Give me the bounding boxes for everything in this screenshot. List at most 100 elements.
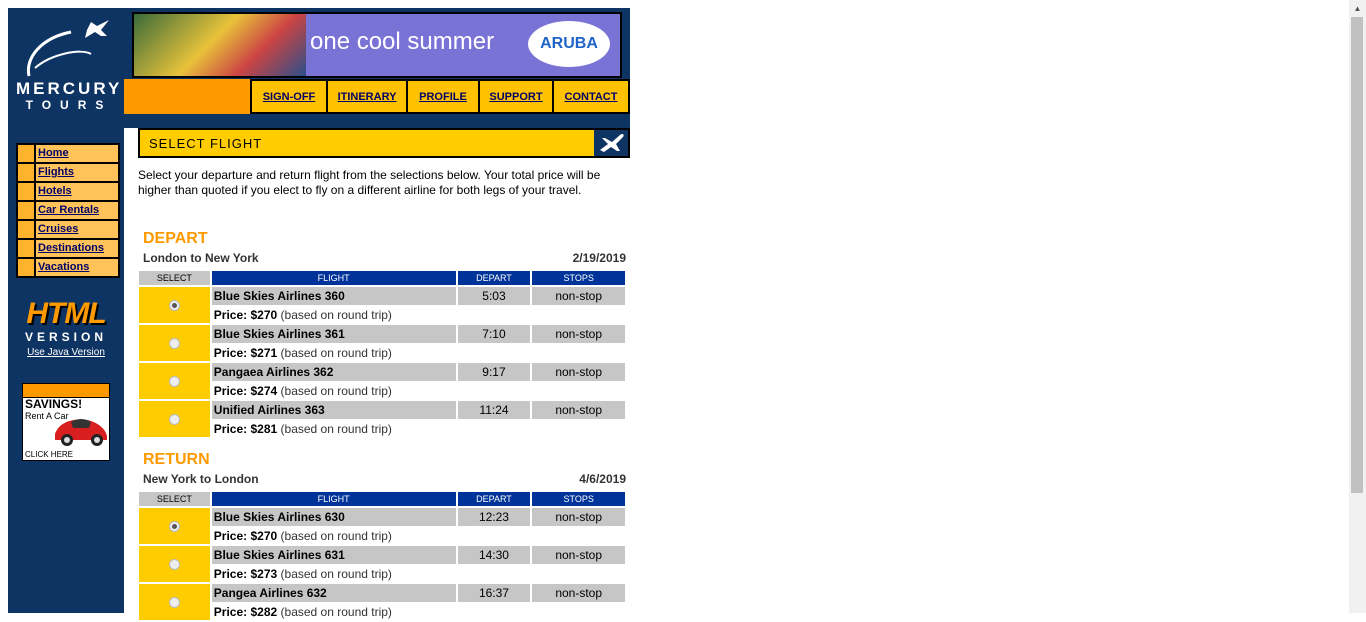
tab-contact[interactable]: CONTACT bbox=[554, 79, 630, 114]
price-row: Price: $281 (based on round trip) bbox=[139, 419, 625, 439]
radio-cell[interactable] bbox=[139, 363, 210, 401]
sidebar-link-hotels[interactable]: Hotels bbox=[36, 183, 118, 200]
use-java-version-link[interactable]: Use Java Version bbox=[18, 347, 114, 358]
radio-cell[interactable] bbox=[139, 546, 210, 584]
col-select: SELECT bbox=[139, 492, 210, 508]
radio-cell[interactable] bbox=[139, 401, 210, 439]
price-value: $270 bbox=[250, 308, 278, 322]
price-label: Price: bbox=[213, 308, 248, 322]
html-version-small: VERSION bbox=[24, 330, 107, 344]
mercury-tours-logo[interactable]: MERCURY TOURS bbox=[16, 18, 123, 128]
sidebar-item-car-rentals[interactable]: Car Rentals bbox=[18, 202, 118, 219]
price-row: Price: $273 (based on round trip) bbox=[139, 564, 625, 584]
price-cell: Price: $281 (based on round trip) bbox=[212, 419, 625, 439]
flight-radio[interactable] bbox=[168, 414, 180, 426]
price-value: $274 bbox=[250, 384, 278, 398]
ad-cta: CLICK HERE bbox=[25, 450, 74, 459]
flight-radio[interactable] bbox=[168, 338, 180, 350]
price-row: Price: $270 (based on round trip) bbox=[139, 305, 625, 325]
rent-a-car-ad[interactable]: SAVINGS! Rent A Car CLICK HERE bbox=[22, 383, 110, 461]
flight-name: Blue Skies Airlines 631 bbox=[211, 546, 456, 564]
nav-bullet bbox=[18, 240, 34, 257]
depart-time: 5:03 bbox=[457, 287, 531, 305]
scrollbar-thumb[interactable] bbox=[1351, 17, 1363, 493]
sidebar-link-vacations[interactable]: Vacations bbox=[36, 259, 118, 276]
tab-itinerary[interactable]: ITINERARY bbox=[328, 79, 408, 114]
aruba-logo: ARUBA bbox=[528, 21, 610, 67]
table-row: Blue Skies Airlines 631 14:30 non-stop bbox=[139, 546, 625, 584]
price-note: (based on round trip) bbox=[280, 422, 392, 436]
radio-cell[interactable] bbox=[139, 287, 210, 325]
sidebar-item-flights[interactable]: Flights bbox=[18, 164, 118, 181]
tab-sign-off[interactable]: SIGN-OFF bbox=[252, 79, 328, 114]
nav-bullet bbox=[18, 145, 34, 162]
nav-bullet bbox=[18, 164, 34, 181]
stops: non-stop bbox=[532, 584, 625, 602]
radio-cell[interactable] bbox=[139, 584, 210, 622]
price-value: $281 bbox=[250, 422, 278, 436]
nav-bullet bbox=[18, 259, 34, 276]
ad-top-bar bbox=[23, 384, 109, 398]
return-flights-table: SELECT FLIGHT DEPART STOPS Blue Skies Ai… bbox=[137, 492, 627, 622]
flight-radio[interactable] bbox=[168, 597, 180, 609]
stops: non-stop bbox=[532, 401, 625, 419]
top-nav-spacer bbox=[124, 79, 252, 114]
sidebar-item-cruises[interactable]: Cruises bbox=[18, 221, 118, 238]
flight-name: Pangaea Airlines 362 bbox=[211, 363, 456, 381]
banner-slogan: one cool summer bbox=[310, 28, 495, 55]
sidebar-link-home[interactable]: Home bbox=[36, 145, 118, 162]
stops: non-stop bbox=[532, 546, 625, 564]
sidebar: MERCURY TOURS Home Flights Hotels Car Re… bbox=[8, 8, 124, 613]
price-value: $270 bbox=[250, 529, 278, 543]
select-flight-header: SELECT FLIGHT bbox=[138, 128, 630, 158]
price-row: Price: $271 (based on round trip) bbox=[139, 343, 625, 363]
flight-radio[interactable] bbox=[168, 300, 180, 312]
tab-support[interactable]: SUPPORT bbox=[480, 79, 554, 114]
flight-name: Blue Skies Airlines 630 bbox=[211, 508, 456, 526]
header: one cool summer ARUBA SIGN-OFF ITINERARY… bbox=[124, 8, 630, 128]
sidebar-item-hotels[interactable]: Hotels bbox=[18, 183, 118, 200]
sidebar-link-cruises[interactable]: Cruises bbox=[36, 221, 118, 238]
ad-headline: SAVINGS! bbox=[25, 397, 83, 411]
aruba-banner[interactable]: one cool summer ARUBA bbox=[132, 12, 622, 78]
sidebar-link-destinations[interactable]: Destinations bbox=[36, 240, 118, 257]
sidebar-nav: Home Flights Hotels Car Rentals Cruises … bbox=[16, 143, 120, 278]
sidebar-item-home[interactable]: Home bbox=[18, 145, 118, 162]
price-cell: Price: $271 (based on round trip) bbox=[212, 343, 625, 363]
flight-radio[interactable] bbox=[168, 521, 180, 533]
top-nav: SIGN-OFF ITINERARY PROFILE SUPPORT CONTA… bbox=[124, 79, 630, 114]
brand-line2: TOURS bbox=[25, 98, 113, 112]
flight-radio[interactable] bbox=[168, 559, 180, 571]
col-depart: DEPART bbox=[457, 492, 531, 508]
stops: non-stop bbox=[532, 363, 625, 381]
sidebar-item-vacations[interactable]: Vacations bbox=[18, 259, 118, 276]
sidebar-link-car-rentals[interactable]: Car Rentals bbox=[36, 202, 118, 219]
brand-line1: MERCURY bbox=[16, 79, 123, 98]
plane-orbit-icon bbox=[26, 20, 109, 77]
depart-flights-table: SELECT FLIGHT DEPART STOPS Blue Skies Ai… bbox=[137, 271, 627, 439]
price-cell: Price: $270 (based on round trip) bbox=[212, 526, 625, 546]
depart-time: 12:23 bbox=[457, 508, 531, 526]
vertical-scrollbar[interactable]: ▲ bbox=[1349, 0, 1366, 613]
price-label: Price: bbox=[213, 605, 248, 619]
col-stops: STOPS bbox=[532, 271, 625, 287]
page: MERCURY TOURS Home Flights Hotels Car Re… bbox=[8, 8, 630, 622]
table-row: Pangea Airlines 632 16:37 non-stop bbox=[139, 584, 625, 622]
price-cell: Price: $274 (based on round trip) bbox=[212, 381, 625, 401]
depart-time: 7:10 bbox=[457, 325, 531, 343]
scroll-up-arrow-icon[interactable]: ▲ bbox=[1349, 0, 1366, 17]
return-heading: RETURN bbox=[143, 451, 210, 468]
radio-cell[interactable] bbox=[139, 325, 210, 363]
price-label: Price: bbox=[213, 529, 248, 543]
flight-name: Unified Airlines 363 bbox=[211, 401, 456, 419]
sidebar-link-flights[interactable]: Flights bbox=[36, 164, 118, 181]
stops: non-stop bbox=[532, 287, 625, 305]
sidebar-item-destinations[interactable]: Destinations bbox=[18, 240, 118, 257]
price-label: Price: bbox=[213, 567, 248, 581]
radio-cell[interactable] bbox=[139, 508, 210, 546]
tab-profile[interactable]: PROFILE bbox=[408, 79, 480, 114]
depart-time: 9:17 bbox=[457, 363, 531, 381]
price-cell: Price: $270 (based on round trip) bbox=[212, 305, 625, 325]
flight-radio[interactable] bbox=[168, 376, 180, 388]
price-cell: Price: $282 (based on round trip) bbox=[212, 602, 625, 622]
